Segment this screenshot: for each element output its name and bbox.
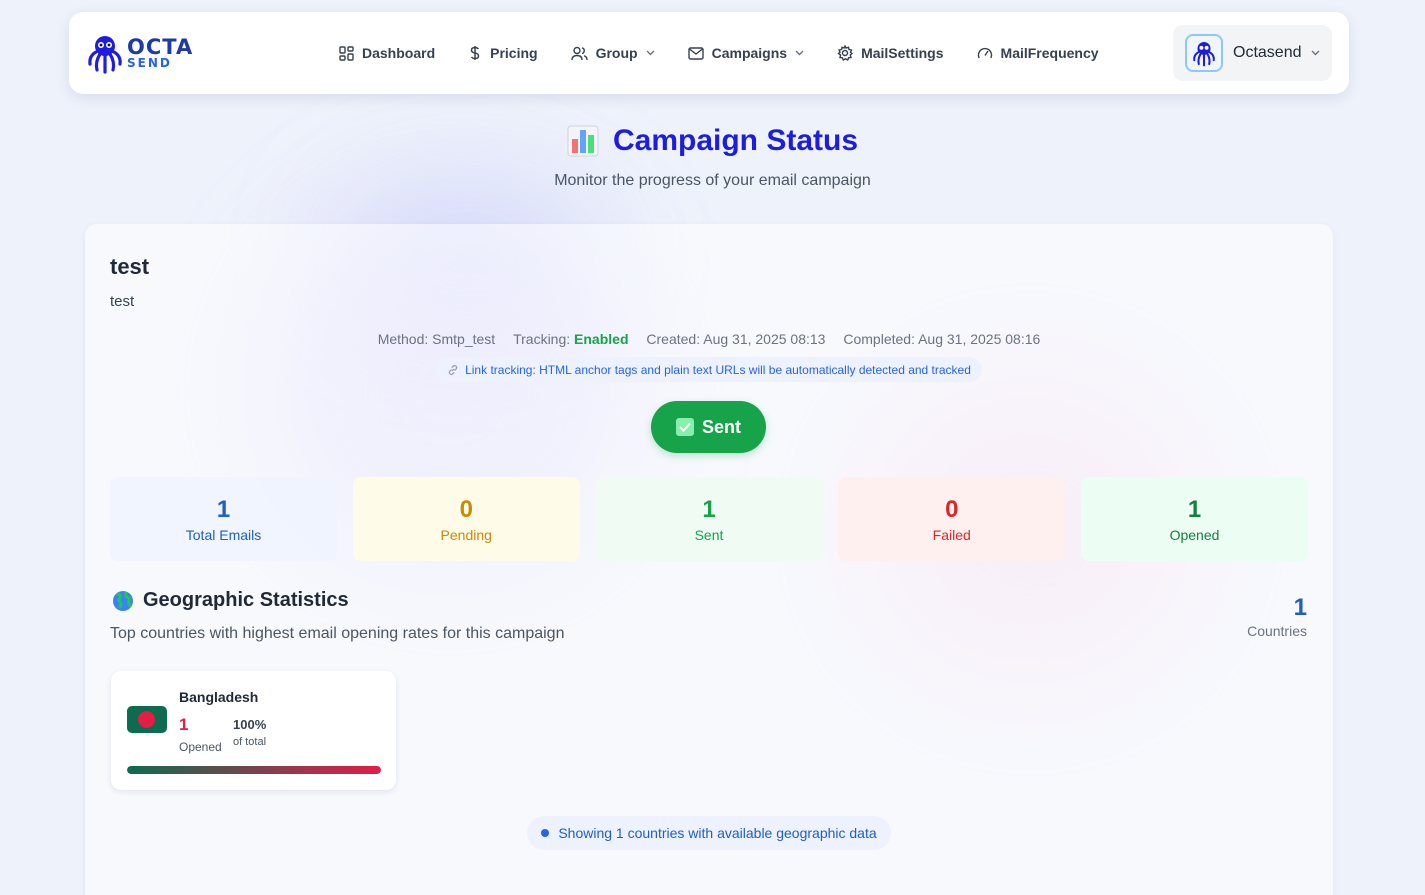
geo-title-text: Geographic Statistics bbox=[143, 589, 349, 611]
octasend-logo[interactable]: OCTA SEND bbox=[87, 32, 207, 74]
stat-total-emails: 1 Total Emails bbox=[110, 477, 337, 561]
avatar bbox=[1185, 34, 1223, 72]
campaign-description: test bbox=[110, 293, 135, 310]
stat-sent: 1 Sent bbox=[595, 477, 823, 561]
globe-icon bbox=[113, 590, 133, 611]
geo-subtitle: Top countries with highest email opening… bbox=[110, 625, 565, 642]
stat-label: Sent bbox=[694, 527, 724, 543]
nav-campaigns-label: Campaigns bbox=[711, 45, 788, 61]
nav-mailfrequency-label: MailFrequency bbox=[1000, 45, 1099, 61]
method-value: Smtp_test bbox=[432, 331, 496, 347]
bar-chart-icon bbox=[567, 125, 599, 157]
page-subtitle: Monitor the progress of your email campa… bbox=[554, 172, 871, 189]
stat-value: 0 bbox=[459, 496, 473, 523]
meta-tracking: Tracking: Enabled bbox=[513, 331, 629, 347]
link-tracking-text: Link tracking: HTML anchor tags and plai… bbox=[465, 362, 971, 377]
nav-mailsettings[interactable]: MailSettings bbox=[837, 45, 944, 61]
link-icon bbox=[448, 364, 458, 375]
chevron-down-icon bbox=[1311, 50, 1320, 56]
countries-label: Countries bbox=[1247, 623, 1307, 639]
campaign-meta: Method: Smtp_test Tracking: Enabled Crea… bbox=[85, 331, 1333, 347]
chevron-down-icon bbox=[795, 50, 804, 56]
country-card-bangladesh[interactable]: Bangladesh 1 Opened 100% of total bbox=[111, 671, 396, 790]
nav-mailfrequency[interactable]: MailFrequency bbox=[977, 45, 1099, 61]
geo-footnote-text: Showing 1 countries with available geogr… bbox=[558, 825, 877, 841]
country-name: Bangladesh bbox=[179, 689, 259, 705]
page-title: Campaign Status bbox=[567, 124, 858, 158]
nav-pricing[interactable]: Pricing bbox=[468, 45, 538, 61]
stat-label: Pending bbox=[440, 527, 492, 543]
users-icon bbox=[570, 46, 588, 60]
nav-mailsettings-label: MailSettings bbox=[861, 45, 944, 61]
stat-label: Failed bbox=[932, 527, 971, 543]
stat-value: 1 bbox=[702, 496, 716, 523]
countries-count: 1 bbox=[1293, 594, 1307, 621]
octopus-logo-icon bbox=[88, 36, 122, 74]
status-label: Sent bbox=[701, 416, 741, 437]
country-progress-fill bbox=[127, 766, 381, 774]
country-percent: 100% bbox=[233, 717, 267, 732]
stat-label: Opened bbox=[1169, 527, 1220, 543]
mail-icon bbox=[687, 46, 704, 60]
stat-value: 1 bbox=[216, 496, 231, 523]
link-tracking-note: Link tracking: HTML anchor tags and plai… bbox=[436, 357, 982, 382]
stat-failed: 0 Failed bbox=[838, 477, 1066, 561]
completed-value: Aug 31, 2025 08:16 bbox=[918, 331, 1041, 347]
dollar-icon bbox=[470, 46, 480, 60]
nav-group-label: Group bbox=[595, 45, 638, 61]
gear-icon bbox=[837, 45, 854, 61]
country-opened-label: Opened bbox=[179, 740, 222, 754]
user-menu[interactable]: Octasend bbox=[1173, 25, 1332, 81]
gauge-icon bbox=[977, 47, 992, 59]
nav-group[interactable]: Group bbox=[570, 45, 655, 61]
octopus-avatar-icon bbox=[1193, 41, 1215, 67]
meta-created: Created: Aug 31, 2025 08:13 bbox=[646, 331, 826, 347]
nav-campaigns[interactable]: Campaigns bbox=[687, 45, 804, 61]
dashboard-icon bbox=[339, 45, 354, 61]
info-dot-icon bbox=[541, 829, 550, 837]
nav-pricing-label: Pricing bbox=[490, 45, 538, 61]
bangladesh-flag-icon bbox=[127, 706, 167, 733]
page-header: Campaign Status bbox=[0, 124, 1425, 162]
created-value: Aug 31, 2025 08:13 bbox=[703, 331, 826, 347]
user-name: Octasend bbox=[1233, 44, 1302, 61]
check-icon bbox=[675, 418, 694, 436]
country-opened-count: 1 bbox=[179, 715, 189, 734]
page-title-text: Campaign Status bbox=[612, 124, 859, 157]
meta-completed: Completed: Aug 31, 2025 08:16 bbox=[843, 331, 1041, 347]
tracking-status: Enabled bbox=[574, 331, 629, 347]
stats-row: 1 Total Emails 0 Pending 1 Sent 0 Failed… bbox=[110, 477, 1308, 561]
meta-method: Method: Smtp_test bbox=[377, 331, 496, 347]
stat-label: Total Emails bbox=[185, 527, 262, 543]
stat-value: 1 bbox=[1187, 496, 1202, 523]
campaign-name: test bbox=[110, 254, 150, 279]
country-percent-label: of total bbox=[233, 736, 267, 748]
geo-section-title: Geographic Statistics bbox=[112, 589, 349, 612]
campaign-card: test test Method: Smtp_test Tracking: En… bbox=[85, 224, 1333, 895]
nav-dashboard[interactable]: Dashboard bbox=[339, 45, 435, 61]
stat-opened: 1 Opened bbox=[1081, 477, 1308, 561]
nav-dashboard-label: Dashboard bbox=[362, 45, 436, 61]
chevron-down-icon bbox=[646, 50, 655, 56]
country-progress-bar bbox=[127, 766, 381, 774]
stat-pending: 0 Pending bbox=[352, 477, 580, 561]
geo-footnote: Showing 1 countries with available geogr… bbox=[527, 816, 891, 850]
main-nav: Dashboard Pricing Group Campaigns MailSe… bbox=[339, 12, 1132, 94]
status-badge[interactable]: Sent bbox=[651, 401, 766, 453]
top-navbar: OCTA SEND Dashboard Pricing Group Campai… bbox=[69, 12, 1349, 94]
logo-text-octa: OCTA bbox=[127, 35, 194, 59]
stat-value: 0 bbox=[945, 496, 959, 523]
